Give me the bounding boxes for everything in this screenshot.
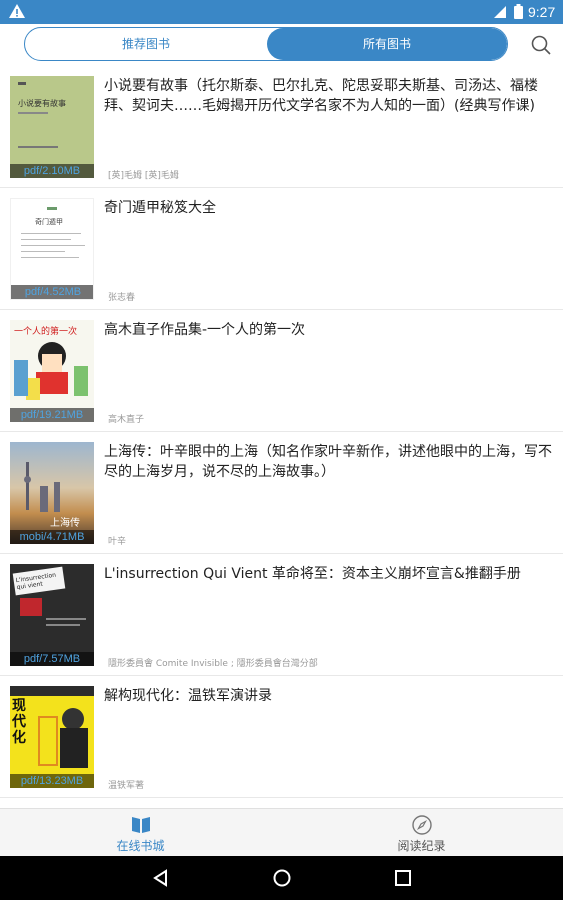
system-nav-bar: [0, 856, 563, 900]
nav-label: 阅读纪录: [397, 839, 446, 853]
book-author: 张志春: [108, 293, 136, 303]
format-size-badge: pdf/2.10MB: [10, 164, 94, 178]
home-icon[interactable]: [272, 868, 292, 888]
format-size-badge: mobi/4.71MB: [10, 530, 94, 544]
book-author: 隱形委員會 Comite Invisible ; 隱形委員會台灣分部: [108, 659, 318, 669]
book-author: 高木直子: [108, 415, 145, 425]
book-row[interactable]: 一个人的第一次 pdf/19.21MB 高木直子作品集-一个人的第一次 高木直子: [0, 310, 563, 432]
tab-recommended[interactable]: 推荐图书: [25, 28, 267, 60]
nav-online-store[interactable]: 在线书城: [0, 809, 281, 857]
top-bar: 推荐图书 所有图书: [0, 24, 563, 66]
book-row[interactable]: 上海传 mobi/4.71MB 上海传：叶辛眼中的上海（知名作家叶辛新作，讲述他…: [0, 432, 563, 554]
tab-all-books[interactable]: 所有图书: [267, 28, 507, 60]
compass-icon: [412, 815, 432, 835]
clock: 9:27: [528, 4, 556, 20]
book-icon: [132, 817, 150, 833]
format-size-badge: pdf/13.23MB: [10, 774, 94, 788]
cover-title: 奇门遁甲: [35, 218, 63, 226]
book-author: 叶辛: [108, 537, 127, 547]
status-bar: 9:27: [0, 0, 563, 24]
book-list: 小说要有故事 pdf/2.10MB 小说要有故事（托尔斯泰、巴尔扎克、陀思妥耶夫…: [0, 66, 563, 808]
format-size-badge: pdf/19.21MB: [10, 408, 94, 422]
format-size-badge: pdf/7.57MB: [10, 652, 94, 666]
book-cover: 一个人的第一次 pdf/19.21MB: [10, 320, 94, 422]
book-cover: 现代化 pdf/13.23MB: [10, 686, 94, 788]
nav-reading-history[interactable]: 阅读纪录: [281, 809, 562, 857]
nav-label: 在线书城: [116, 839, 165, 853]
book-row[interactable]: 奇门遁甲 pdf/4.52MB 奇门遁甲秘笈大全 张志春: [0, 188, 563, 310]
book-title: 奇门遁甲秘笈大全: [104, 200, 216, 216]
cover-title: 现代化: [12, 698, 26, 746]
book-title: L'insurrection Qui Vient 革命将至：资本主义崩坏宣言&推…: [104, 566, 521, 582]
back-icon[interactable]: [151, 868, 171, 888]
format-size-badge: pdf/4.52MB: [11, 285, 93, 299]
book-title: 上海传：叶辛眼中的上海（知名作家叶辛新作，讲述他眼中的上海，写不尽的上海岁月，说…: [104, 444, 552, 480]
book-cover: L'insurrection qui vient pdf/7.57MB: [10, 564, 94, 666]
book-cover: 奇门遁甲 pdf/4.52MB: [10, 198, 94, 300]
cover-title: 小说要有故事: [18, 99, 66, 108]
book-title: 解构现代化：温铁军演讲录: [104, 688, 272, 704]
cover-title: 一个人的第一次: [14, 327, 78, 337]
book-title: 小说要有故事（托尔斯泰、巴尔扎克、陀思妥耶夫斯基、司汤达、福楼拜、契诃夫……毛姆…: [104, 78, 538, 114]
segmented-tabs: 推荐图书 所有图书: [24, 27, 508, 61]
bottom-nav: 在线书城 阅读纪录: [0, 808, 563, 856]
book-title: 高木直子作品集-一个人的第一次: [104, 322, 306, 338]
book-cover: 上海传 mobi/4.71MB: [10, 442, 94, 544]
signal-icon: [494, 6, 506, 18]
cover-title: 上海传: [50, 518, 80, 529]
book-cover: 小说要有故事 pdf/2.10MB: [10, 76, 94, 178]
book-author: [英]毛姆 [英]毛姆: [108, 171, 179, 181]
recent-apps-icon[interactable]: [393, 868, 413, 888]
search-icon[interactable]: [530, 34, 552, 56]
book-row[interactable]: L'insurrection qui vient pdf/7.57MB L'in…: [0, 554, 563, 676]
book-author: 温铁军著: [108, 781, 145, 791]
book-row[interactable]: 小说要有故事 pdf/2.10MB 小说要有故事（托尔斯泰、巴尔扎克、陀思妥耶夫…: [0, 66, 563, 188]
book-row[interactable]: 现代化 pdf/13.23MB 解构现代化：温铁军演讲录 温铁军著: [0, 676, 563, 798]
battery-icon: [514, 4, 523, 19]
warning-icon: [9, 4, 25, 18]
